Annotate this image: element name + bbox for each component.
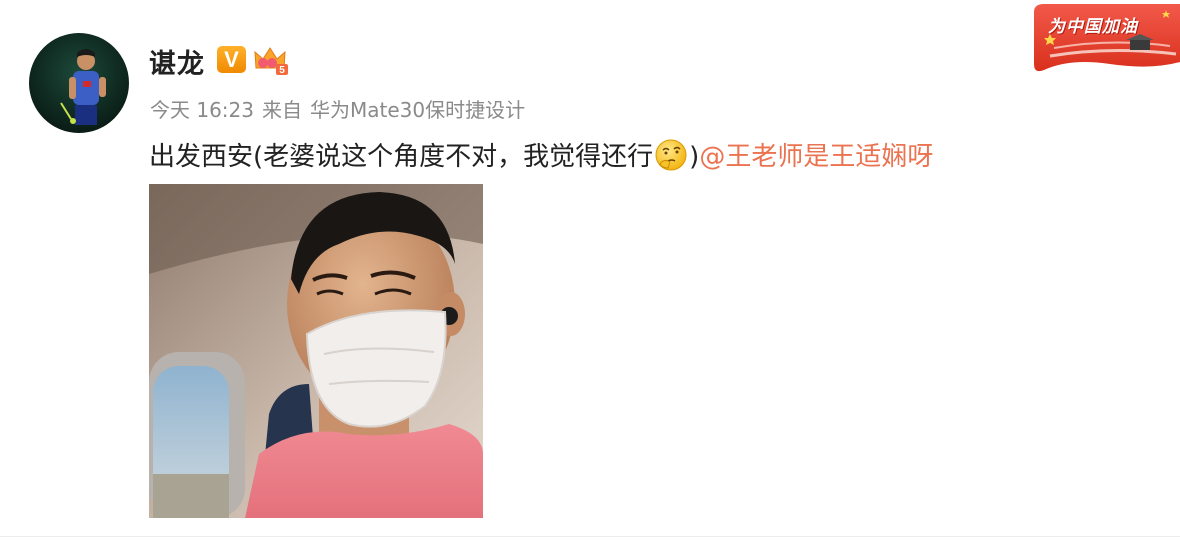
verified-icon: V <box>217 46 246 73</box>
member-crown-icon[interactable]: 5 <box>252 44 288 76</box>
post-meta: 今天 16:23 来自 华为Mate30保时捷设计 <box>150 94 533 123</box>
mention-link[interactable]: @王老师是王适娴呀 <box>699 142 933 172</box>
post-time[interactable]: 今天 16:23 <box>150 98 254 122</box>
source-device[interactable]: 华为Mate30保时捷设计 <box>310 98 525 122</box>
thinking-emoji-icon <box>655 139 687 171</box>
post-content: 出发西安(老婆说这个角度不对，我觉得还行 )@王老师是王适娴呀 <box>149 136 933 173</box>
post-text-main: 出发西安(老婆说这个角度不对，我觉得还行 <box>149 142 654 172</box>
post-image[interactable] <box>149 184 483 518</box>
author-avatar[interactable] <box>29 33 129 133</box>
selfie-photo-icon <box>149 184 483 518</box>
member-level: 5 <box>279 65 285 76</box>
author-name[interactable]: 谌龙 <box>149 42 205 81</box>
event-badge-label[interactable]: 为中国加油 <box>1048 12 1138 37</box>
source-prefix: 来自 <box>262 98 302 122</box>
post-text-close: ) <box>689 142 700 172</box>
avatar-image <box>29 33 129 133</box>
divider <box>0 536 1180 537</box>
